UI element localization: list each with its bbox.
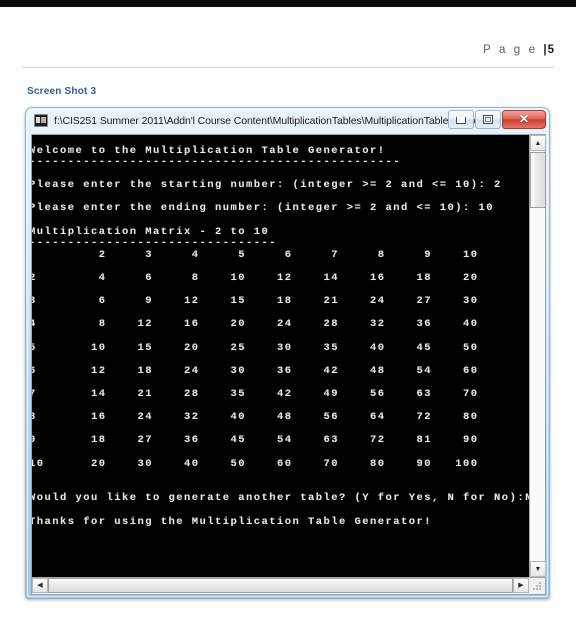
close-icon: ✕	[518, 112, 530, 126]
horizontal-scroll-thumb[interactable]	[48, 578, 513, 593]
console-client-area: Welcome to the Multiplication Table Gene…	[31, 134, 546, 595]
horizontal-scroll-track[interactable]	[48, 578, 513, 594]
maximize-button[interactable]	[475, 109, 501, 129]
console-icon	[34, 114, 48, 127]
figure-caption: Screen Shot 3	[27, 86, 97, 97]
header-divider	[22, 67, 554, 68]
page-label: P a g e	[483, 44, 544, 56]
scroll-left-arrow-icon[interactable]: ◀	[32, 578, 48, 593]
resize-grip-icon[interactable]	[530, 579, 544, 593]
console-window[interactable]: f:\CIS251 Summer 2011\Addn'l Course Cont…	[25, 107, 550, 599]
minimize-button[interactable]	[448, 109, 474, 129]
horizontal-scrollbar[interactable]: ◀ ▶	[32, 577, 545, 594]
window-controls[interactable]: ✕	[447, 109, 546, 129]
scroll-up-arrow-icon[interactable]: ▲	[530, 135, 546, 151]
vertical-scroll-track[interactable]	[530, 151, 545, 561]
console-body: Welcome to the Multiplication Table Gene…	[32, 135, 546, 577]
vertical-scroll-thumb[interactable]	[530, 152, 546, 208]
scroll-right-arrow-icon[interactable]: ▶	[513, 578, 529, 593]
maximize-icon	[483, 114, 493, 124]
page-number-indicator: P a g e |5	[483, 44, 554, 56]
vertical-scrollbar[interactable]: ▲ ▼	[529, 135, 546, 577]
close-button[interactable]: ✕	[502, 109, 546, 129]
console-output-surface[interactable]: Welcome to the Multiplication Table Gene…	[32, 135, 529, 577]
page-top-band	[0, 0, 576, 7]
minimize-icon	[456, 116, 466, 124]
console-output-text: Welcome to the Multiplication Table Gene…	[32, 144, 529, 528]
page-number: 5	[547, 44, 554, 56]
scroll-down-arrow-icon[interactable]: ▼	[530, 561, 546, 577]
